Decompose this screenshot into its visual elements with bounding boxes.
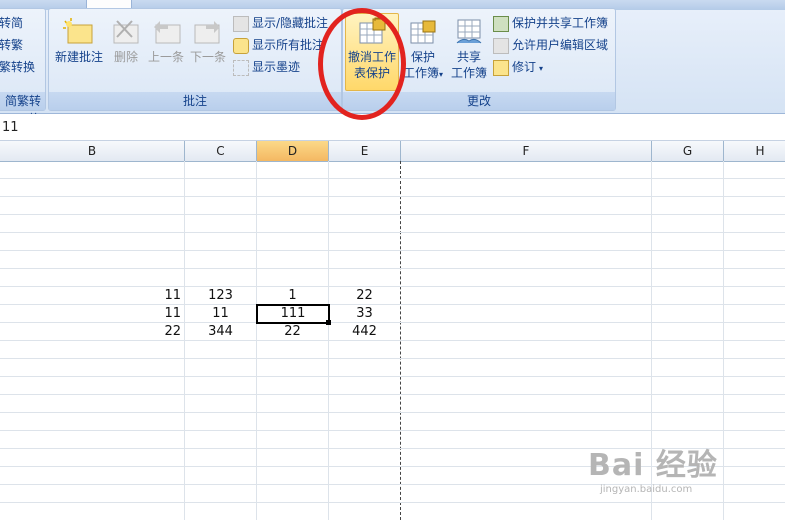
protect-workbook-icon xyxy=(410,20,436,44)
allow-edit-ranges-icon xyxy=(493,37,509,54)
cell-d-row3[interactable]: 22 xyxy=(257,323,328,341)
show-all-label: 显示所有批注 xyxy=(252,38,325,52)
to-traditional-label: 转繁 xyxy=(0,38,24,52)
show-all-comments-icon xyxy=(233,37,249,54)
new-comment-button[interactable]: 新建批注 xyxy=(51,17,107,65)
cell-c-row2[interactable]: 11 xyxy=(185,305,256,323)
group-comments: 新建批注 删除 上一条 下一条 显示/隐藏批注 显示所有批注 显示墨迹 批注 xyxy=(48,8,342,111)
share-workbook-button[interactable]: 共享 工作簿 xyxy=(447,17,491,81)
conversion-button[interactable]: 繁转换 xyxy=(0,57,35,77)
row-line xyxy=(0,502,785,503)
delete-label: 删除 xyxy=(113,50,138,64)
cell-d-row1[interactable]: 1 xyxy=(257,287,328,305)
next-comment-button[interactable]: 下一条 xyxy=(187,17,229,65)
dropdown-arrow-icon: ▾ xyxy=(539,64,544,73)
row-line xyxy=(0,214,785,215)
delete-comment-button[interactable]: 删除 xyxy=(109,17,143,65)
watermark-main: Bai 经验 xyxy=(588,448,718,483)
formula-bar[interactable]: 11 xyxy=(0,114,785,141)
protect-workbook-button[interactable]: 保护 工作簿▾ xyxy=(399,17,447,83)
cell-c-row3[interactable]: 344 xyxy=(185,323,256,341)
row-line xyxy=(0,268,785,269)
new-comment-icon xyxy=(63,18,93,44)
track-changes-button[interactable]: 修订 ▾ xyxy=(493,57,543,77)
show-ink-button[interactable]: 显示墨迹 xyxy=(233,57,300,77)
protect-workbook-label-1: 保护 xyxy=(410,50,435,64)
new-comment-label: 新建批注 xyxy=(54,50,103,64)
protect-workbook-label-2: 工作簿 xyxy=(402,66,439,80)
share-workbook-label-2: 工作簿 xyxy=(450,66,487,80)
previous-comment-icon xyxy=(154,21,181,44)
column-header-f[interactable]: F xyxy=(401,141,652,161)
cell-b-row2[interactable]: 11 xyxy=(0,305,184,323)
cell-e-row3[interactable]: 442 xyxy=(329,323,400,341)
formula-bar-value: 11 xyxy=(2,120,19,135)
group-chinese-conversion: 转简 转繁 繁转换 简繁转换 xyxy=(0,8,46,126)
delete-comment-icon xyxy=(113,20,139,44)
protect-share-label: 保护并共享工作簿 xyxy=(512,16,609,30)
row-line xyxy=(0,358,785,359)
show-hide-comment-icon xyxy=(233,15,249,32)
active-cell-d-row2[interactable]: 111 xyxy=(256,304,330,324)
allow-edit-ranges-button[interactable]: 允许用户编辑区域 xyxy=(493,35,608,55)
cell-e-row1[interactable]: 22 xyxy=(329,287,400,305)
previous-comment-button[interactable]: 上一条 xyxy=(145,17,187,65)
show-all-comments-button[interactable]: 显示所有批注 xyxy=(233,35,324,55)
show-ink-icon xyxy=(233,59,249,76)
column-header-row: B C D E F G H xyxy=(0,141,785,162)
previous-label: 上一条 xyxy=(147,50,184,64)
annotation-circle xyxy=(318,8,406,120)
row-line xyxy=(0,430,785,431)
next-comment-icon xyxy=(194,21,220,44)
column-header-b[interactable]: B xyxy=(0,141,185,161)
group-label-comments: 批注 xyxy=(49,92,341,110)
watermark-sub: jingyan.baidu.com xyxy=(600,484,693,495)
cell-b-row1[interactable]: 11 xyxy=(0,287,184,305)
to-simplified-label: 转简 xyxy=(0,16,24,30)
conversion-label: 繁转换 xyxy=(0,60,36,74)
row-line xyxy=(0,376,785,377)
column-header-g[interactable]: G xyxy=(652,141,724,161)
column-header-h[interactable]: H xyxy=(724,141,785,161)
to-simplified-button[interactable]: 转简 xyxy=(0,13,23,33)
row-line xyxy=(0,394,785,395)
next-label: 下一条 xyxy=(189,50,226,64)
allow-edit-ranges-label: 允许用户编辑区域 xyxy=(512,38,609,52)
row-line xyxy=(0,232,785,233)
share-workbook-icon xyxy=(456,19,482,44)
row-line xyxy=(0,412,785,413)
protect-share-icon xyxy=(493,15,509,32)
show-hide-label: 显示/隐藏批注 xyxy=(252,16,329,30)
share-workbook-label-1: 共享 xyxy=(456,50,481,64)
column-header-d[interactable]: D xyxy=(257,141,329,161)
column-header-c[interactable]: C xyxy=(185,141,257,161)
baidu-watermark: Bai 经验 jingyan.baidu.com xyxy=(588,440,718,495)
track-changes-label: 修订 xyxy=(512,60,537,74)
cell-b-row3[interactable]: 22 xyxy=(0,323,184,341)
dropdown-arrow-icon: ▾ xyxy=(439,70,444,79)
protect-share-workbook-button[interactable]: 保护并共享工作簿 xyxy=(493,13,608,33)
cell-c-row1[interactable]: 123 xyxy=(185,287,256,305)
show-hide-comment-button[interactable]: 显示/隐藏批注 xyxy=(233,13,328,33)
row-line xyxy=(0,196,785,197)
show-ink-label: 显示墨迹 xyxy=(252,60,301,74)
to-traditional-button[interactable]: 转繁 xyxy=(0,35,23,55)
track-changes-icon xyxy=(493,59,509,76)
row-line xyxy=(0,250,785,251)
cell-e-row2[interactable]: 33 xyxy=(329,305,400,323)
row-line xyxy=(0,178,785,179)
column-header-e[interactable]: E xyxy=(329,141,401,161)
group-label-conversion: 简繁转换 xyxy=(0,92,45,126)
